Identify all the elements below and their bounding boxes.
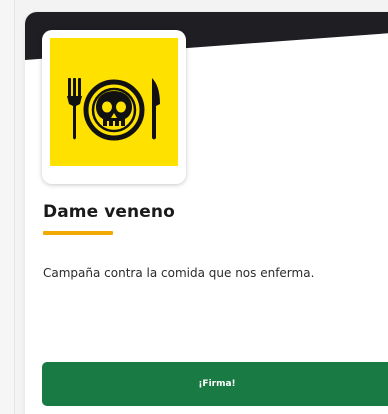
campaign-description: Campaña contra la comida que nos enferma… [43, 266, 315, 280]
campaign-title[interactable]: Dame veneno [43, 202, 175, 222]
campaign-card[interactable]: Dame veneno Campaña contra la comida que… [25, 12, 388, 414]
title-underline [43, 231, 113, 235]
sign-button[interactable]: ¡Firma! [42, 362, 388, 406]
fork-icon [67, 78, 82, 140]
adjacent-card-edge [0, 0, 15, 414]
page: Dame veneno Campaña contra la comida que… [0, 0, 388, 414]
skull-plate-icon [50, 38, 178, 166]
skull-icon [96, 91, 132, 126]
knife-icon [152, 78, 160, 140]
campaign-logo-frame [42, 30, 186, 184]
